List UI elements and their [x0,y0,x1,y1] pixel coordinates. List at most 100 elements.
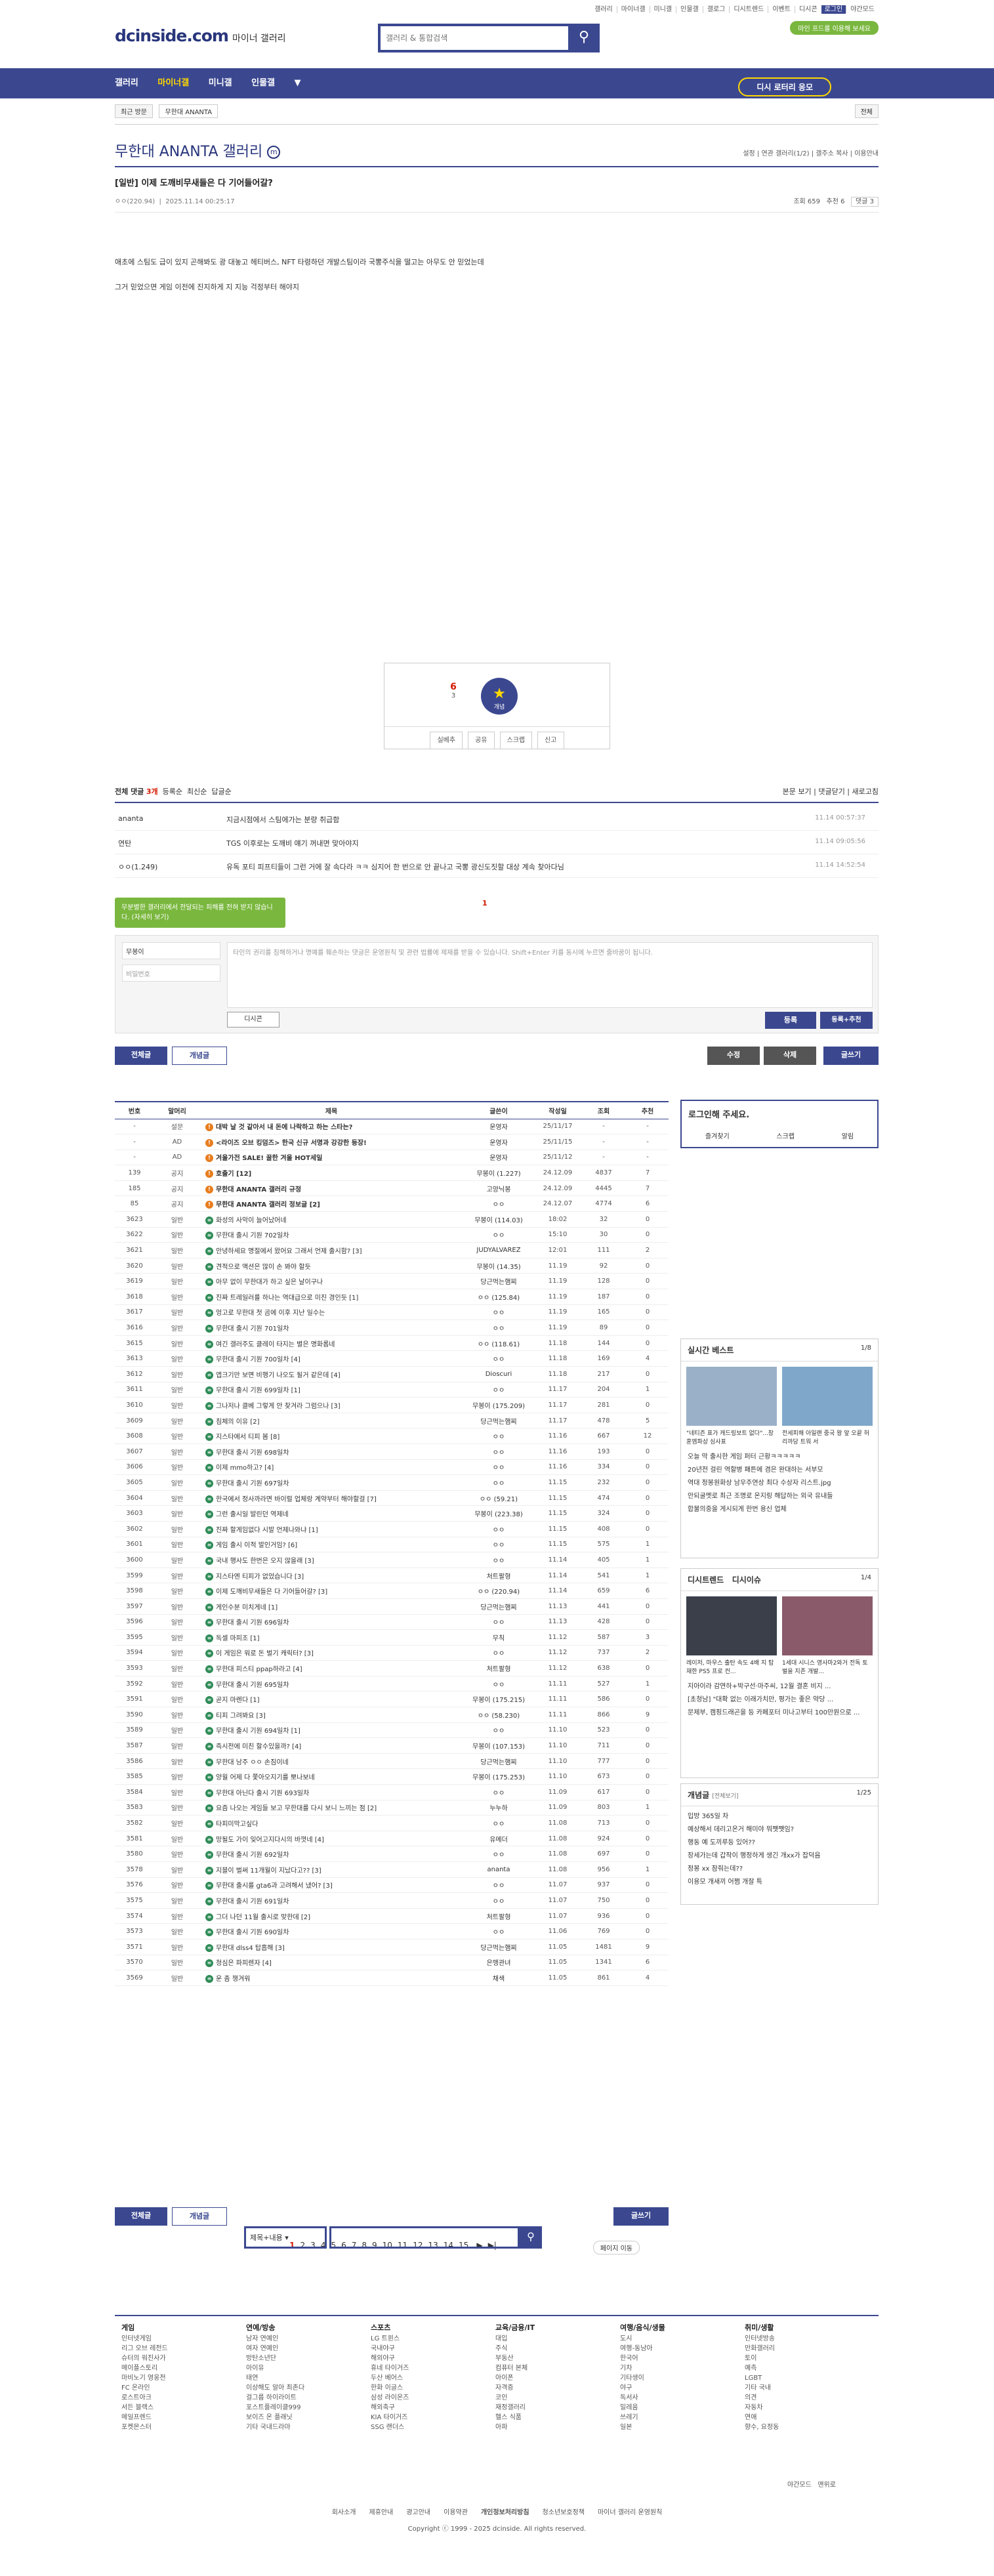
footer-link[interactable]: 만화갤러리 [745,2344,863,2354]
post-title[interactable]: ≡ 진짜 할게임없다 시발 언제나와냐 [1] [200,1521,463,1537]
password-field[interactable]: 비밀번호 [122,965,220,982]
footer-link[interactable]: 메일프렌드 [121,2413,239,2422]
post-writer[interactable]: ㅇㅇ [463,1676,535,1692]
footer-link[interactable]: 도시 [620,2334,738,2344]
post-title[interactable]: ≡ 즉시전에 미친 할수있을까? [4] [200,1737,463,1754]
post-title[interactable]: ≡ 무한대 출시 기원 692일차 [200,1846,463,1862]
footer-link[interactable]: 해외야구 [371,2354,489,2363]
trend-thumb[interactable]: 1세대 시니스 영사마2와거 전독 토벌을 지존 개발... [782,1596,873,1675]
table-row[interactable]: 3612 일반 ≡ 앱크기만 보면 비행기 나오도 될거 같은데 [4] Dioscur… [115,1366,669,1382]
post-writer[interactable]: JUDYALVAREZ [463,1242,535,1258]
post-title-text[interactable]: 무한대 출시 기원 691일차 [216,1898,289,1905]
post-title-text[interactable]: 지스타엔 티피가 없었습니다 [3] [216,1573,304,1581]
table-row[interactable]: 3573 일반 ≡ 무한대 출시 기원 690일차 ㅇㅇ 11.06 769 0 [115,1923,669,1940]
table-row[interactable]: 3589 일반 ≡ 무한대 출시 기원 694일차 [1] ㅇㅇ 11.10 523 0 [115,1722,669,1739]
dccon-button[interactable]: 디시콘 [227,1012,280,1028]
footer-link[interactable]: 자동차 [745,2403,863,2413]
post-writer[interactable]: ㅇㅇ (220.94) [463,1583,535,1599]
post-writer[interactable]: 처트팔형 [463,1660,535,1676]
post-writer[interactable]: 누누하 [463,1800,535,1816]
post-writer[interactable]: 당근먹는햄찌 [463,1939,535,1955]
post-title[interactable]: ≡ 무한대 출시 기원 691일차 [200,1892,463,1909]
post-title[interactable]: ≡ 지블이 벌써 11개월이 지났다고?? [3] [200,1861,463,1878]
table-row[interactable]: 3620 일반 ≡ 견적으로 액션은 많이 손 봐야 할듯 무봉이 (14.35) 11.… [115,1258,669,1274]
search-type-select[interactable]: 제목+내용 ▾ [244,2226,327,2249]
post-title[interactable]: ≡ 무한대 출시 기원 690일차 [200,1923,463,1940]
footer-link[interactable]: 태연 [246,2373,364,2383]
nav-item-person[interactable]: 인물갤 [251,68,275,98]
post-title[interactable]: ≡ 무한대 출시 기원 699일차 [1] [200,1382,463,1398]
post-title[interactable]: ≡ 화성의 사악이 늘어났어네 [200,1211,463,1228]
post-title[interactable]: ≡ 독셀 마피조 [1] [200,1629,463,1646]
footer-bottom-link[interactable]: 회사소개 [332,2509,356,2516]
footer-link[interactable]: 서든 블랙스 [121,2403,239,2413]
table-row[interactable]: - AD! 겨울가전 SALE! 꿀한 겨울 HOT세일 운영자 25/11/12- - [115,1150,669,1166]
footer-link[interactable]: 아파 [495,2422,613,2432]
post-title[interactable]: ≡ 무한대 출시 기원 701일차 [200,1319,463,1336]
scrap-link[interactable]: 스크랩 [776,1131,795,1140]
table-row[interactable]: 3592 일반 ≡ 무한대 출시 기원 695일차 ㅇㅇ 11.11 527 1 [115,1676,669,1692]
post-title-text[interactable]: 무한대 피스티 ppap하라고 [4] [216,1666,302,1673]
trend-pager[interactable]: 1/4 [861,1574,871,1581]
table-row[interactable]: 3618 일반 ≡ 진짜 트레일러를 하나는 역대급으로 미친 경인듯 [1] ㅇㅇ (… [115,1289,669,1305]
post-title-text[interactable]: 엉고로 무한대 첫 곰에 이후 지난 일수는 [216,1310,325,1317]
comment-options[interactable]: 본문 보기 | 댓글닫기 | 새로고침 [783,786,879,797]
post-writer[interactable]: 유메더 [463,1831,535,1847]
post-title[interactable]: ≡ 아무 없이 무한대가 하고 싶은 날이구나 [200,1273,463,1290]
table-row[interactable]: 3574 일반 ≡ 그더 나던 11월 출시로 맞한데 [2] 처트팔형 11.07 936… [115,1908,669,1924]
page-jump-button[interactable]: 페이지 이동 [592,2241,640,2254]
footer-link[interactable]: 기타생이 [620,2373,738,2383]
post-title-text[interactable]: 국내 행사도 한번은 오지 않을래 [3] [216,1558,314,1565]
post-title[interactable]: ≡ 그나저나 클베 그렇게 안 찾겨라 그럼으나 [3] [200,1397,463,1413]
post-title-text[interactable]: 무한대 출시 기원 702일차 [216,1232,289,1239]
scrap-button[interactable]: 스크랩 [499,732,533,749]
footer-link[interactable]: 삼성 라이온즈 [371,2393,489,2403]
table-row[interactable]: 3617 일반 ≡ 엉고로 무한대 첫 곰에 이후 지난 일수는 ㅇㅇ 11.19 165 0 [115,1304,669,1321]
footer-link[interactable]: 연애 [745,2413,863,2422]
post-writer[interactable]: 당근먹는햄찌 [463,1413,535,1429]
post-title[interactable]: ! 겨울가전 SALE! 꿀한 겨울 HOT세일 [200,1150,463,1166]
post-title[interactable]: ≡ 무한대 남주 ㅇㅇ 손짐이네 [200,1753,463,1770]
concept-item[interactable]: 행동 예 도끼루등 있어?? [688,1837,871,1850]
table-row[interactable]: 3622 일반 ≡ 무한대 출시 기원 702일차 ㅇㅇ 15:10 30 0 [115,1227,669,1243]
concept-pager[interactable]: 1/25 [857,1789,871,1797]
post-title-text[interactable]: 독셀 마피조 [1] [216,1635,260,1642]
best-item[interactable]: 역대 정봉원화상 남우주연상 최다 수상자 리스트.jpg [688,1477,871,1490]
table-row[interactable]: 3595 일반 ≡ 독셀 마피조 [1] 무칙 11.12 587 3 [115,1629,669,1646]
post-title-text[interactable]: 그런 출시일 발린던 역제네 [216,1511,289,1518]
login-prompt[interactable]: 로그인해 주세요. [682,1101,877,1127]
footer-link[interactable]: 로스트아크 [121,2393,239,2403]
footer-link[interactable]: LG 트윈스 [371,2334,489,2344]
best-item[interactable]: 오늘 막 출시한 게임 퍼터 근황ㅋㅋㅋㅋㅋ [688,1451,871,1464]
footer-link[interactable]: 토이 [745,2354,863,2363]
post-title-text[interactable]: 무한대 출시 기원 701일차 [216,1325,289,1333]
post-title[interactable]: ≡ 양월 어제 다 쫓아오지기를 뽀나보네 [200,1768,463,1785]
post-writer[interactable]: ㅇㅇ [463,1474,535,1491]
post-title-text[interactable]: 이 게임은 워로 돈 벌기 캐릭터? [3] [216,1650,314,1657]
concept-item[interactable]: 장세가는데 갑작이 행정하게 생긴 개xx가 잡덕음 [688,1850,871,1863]
gallery-title[interactable]: 무한대 ANANTA 갤러리 m [115,140,281,161]
post-title-text[interactable]: 무한대 ANANTA 갤러리 규정 [216,1186,301,1194]
tab-all[interactable]: 전체글 [115,1047,167,1065]
footer-link[interactable]: 자격증 [495,2383,613,2393]
post-writer[interactable]: ㅇㅇ [463,1319,535,1336]
post-title-text[interactable]: 게임 출시 이적 발인거임? [6] [216,1542,297,1549]
table-row[interactable]: 3583 일반 ≡ 요즘 나오는 게임들 보고 무한대를 다시 보니 느끼는 점 [2… [115,1800,669,1816]
table-row[interactable]: 3580 일반 ≡ 무한대 출시 기원 692일차 ㅇㅇ 11.08 697 0 [115,1846,669,1862]
nav-item-mini[interactable]: 미니갤 [209,68,232,98]
post-title-text[interactable]: 양월 어제 다 쫓아오지기를 뽀나보네 [216,1774,315,1781]
table-row[interactable]: 85 공지! 무한대 ANANTA 갤러리 정보글 [2] ㅇㅇ 24.12.07 477… [115,1195,669,1213]
table-row[interactable]: 3593 일반 ≡ 무한대 피스티 ppap하라고 [4] 처트팔형 11.12 638 0 [115,1660,669,1676]
post-writer[interactable]: 무봉이 (223.38) [463,1505,535,1522]
post-title[interactable]: ≡ 무한대 출시 기원 695일차 [200,1676,463,1692]
post-title-text[interactable]: 무한대 출시 기원 695일차 [216,1682,289,1689]
footer-link[interactable]: 헬스 식품 [495,2413,613,2422]
table-row[interactable]: 3621 일반 ≡ 안녕하세요 명절에서 왔어요 그래서 언제 출시함? [3] JUD… [115,1242,669,1258]
table-row[interactable]: 185 공지! 무한대 ANANTA 갤러리 규정 고양닉봉 24.12.09 4445 7 [115,1180,669,1197]
bottom-search-input[interactable] [329,2226,520,2249]
footer-link[interactable]: 포켓몬스터 [121,2422,239,2432]
post-writer[interactable]: 처트팔형 [463,1568,535,1584]
promo-button[interactable]: 마인 프드를 이용해 보세요 [790,21,879,35]
footer-link[interactable]: 한화 이글스 [371,2383,489,2393]
post-title[interactable]: ≡ 망될도 가이 잊어고지다시의 바껏네 [4] [200,1831,463,1847]
